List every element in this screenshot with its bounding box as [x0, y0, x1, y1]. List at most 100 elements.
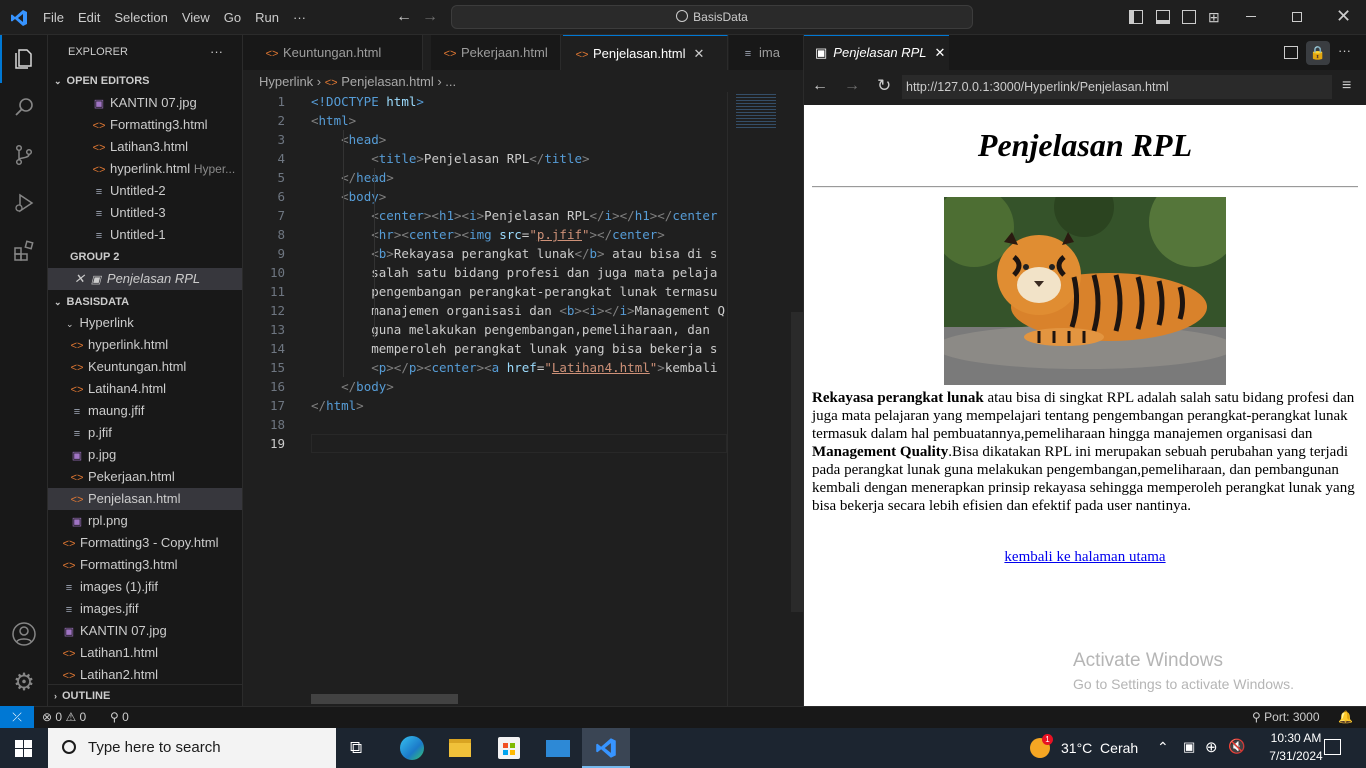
back-link[interactable]: kembali ke halaman utama [804, 549, 1366, 566]
file-tree-item[interactable]: ≡ maung.jfif [48, 400, 242, 422]
problems-indicator[interactable]: ⊗ 0 ⚠ 0 [42, 707, 86, 728]
minimize-button[interactable] [1246, 16, 1256, 17]
outline-header[interactable]: › OUTLINE [48, 685, 242, 706]
code-line[interactable]: salah satu bidang profesi dan juga mata … [311, 263, 717, 282]
file-tree-item[interactable]: ▣ rpl.png [48, 510, 242, 532]
browser-refresh-icon[interactable]: ↻ [877, 76, 891, 96]
command-center[interactable]: BasisData [451, 5, 973, 29]
breadcrumb-folder[interactable]: Hyperlink [259, 74, 313, 89]
split-editor-icon[interactable] [1284, 46, 1298, 59]
chevron-up-icon[interactable]: ⌃ [1157, 739, 1169, 756]
vscode-logo-icon[interactable] [10, 9, 28, 27]
editor-tab[interactable]: <> Keuntungan.html [253, 35, 423, 70]
restore-button[interactable] [1292, 12, 1302, 22]
file-tree-item[interactable]: ▣ KANTIN 07.jpg [48, 620, 242, 642]
close-icon[interactable]: ✕ [935, 45, 946, 60]
account-icon[interactable] [0, 610, 48, 658]
network-globe-icon[interactable]: ⊕ [1205, 738, 1218, 756]
file-tree-item[interactable]: <> Formatting3.html [48, 554, 242, 576]
code-line[interactable]: <center><h1><i>Penjelasan RPL</i></h1></… [311, 206, 717, 225]
close-icon[interactable]: ✕ [74, 271, 85, 286]
open-editor-item[interactable]: <> Formatting3.html [48, 114, 242, 136]
file-tree-item[interactable]: ▣ p.jpg [48, 444, 242, 466]
code-line[interactable]: pengembangan perangkat-perangkat lunak t… [311, 282, 717, 301]
file-tree-item[interactable]: <> Latihan4.html [48, 378, 242, 400]
notifications-bell-icon[interactable]: 🔔 [1338, 707, 1353, 728]
source-control-icon[interactable] [0, 131, 48, 179]
breadcrumb-file[interactable]: Penjelasan.html [341, 74, 434, 89]
toggle-sidebar-icon[interactable] [1129, 10, 1143, 24]
code-line[interactable]: </body> [311, 377, 394, 396]
close-button[interactable]: ✕ [1336, 6, 1351, 27]
remote-indicator[interactable]: ⤫ [0, 706, 34, 728]
run-debug-icon[interactable] [0, 179, 48, 227]
browser-forward-icon[interactable]: → [844, 77, 860, 95]
open-editor-item[interactable]: ≡ Untitled-3 [48, 202, 242, 224]
weather-text[interactable]: 31°C Cerah [1061, 728, 1138, 768]
minimap-slider[interactable] [736, 94, 776, 128]
menu-go[interactable]: Go [217, 0, 248, 35]
code-line[interactable]: <hr><center><img src="p.jfif"></center> [311, 225, 665, 244]
file-tree-item[interactable]: <> Keuntungan.html [48, 356, 242, 378]
breadcrumb-symbols[interactable]: ... [445, 74, 456, 89]
file-tree-item[interactable]: <> Formatting3 - Copy.html [48, 532, 242, 554]
code-line[interactable]: </html> [311, 396, 364, 415]
file-tree-item[interactable]: <> Penjelasan.html [48, 488, 242, 510]
extensions-icon[interactable] [0, 227, 48, 275]
open-editor-item[interactable]: <> hyperlink.html Hyper... [48, 158, 242, 180]
menu-selection[interactable]: Selection [107, 0, 174, 35]
start-windows-icon[interactable] [15, 740, 32, 757]
search-icon[interactable] [0, 83, 48, 131]
open-editors-header[interactable]: ⌄ OPEN EDITORS [48, 70, 242, 92]
customize-layout-icon[interactable]: ⊞ [1208, 9, 1220, 26]
code-area[interactable]: 1 <!DOCTYPE html> 2 <html> 3 <head> 4 <title>… [243, 92, 727, 692]
code-line[interactable]: memperoleh perangkat lunak yang bisa bek… [311, 339, 717, 358]
file-tree-item[interactable]: <> Latihan2.html [48, 664, 242, 686]
code-line[interactable]: <p></p><center><a href="Latihan4.html">k… [311, 358, 717, 377]
preview-divider[interactable] [803, 35, 804, 706]
live-server-port[interactable]: ⚲ Port: 3000 [1252, 707, 1320, 728]
menu-run[interactable]: Run [248, 0, 286, 35]
project-header[interactable]: ⌄ BASISDATA [48, 291, 242, 313]
code-line[interactable]: <!DOCTYPE html> [311, 92, 424, 111]
browser-menu-icon[interactable]: ≡ [1342, 77, 1351, 95]
code-line[interactable]: <head> [311, 130, 386, 149]
vertical-scrollbar[interactable] [791, 312, 803, 612]
minimap[interactable] [727, 92, 789, 706]
browser-back-icon[interactable]: ← [812, 77, 828, 95]
toggle-panel-icon[interactable] [1156, 10, 1170, 24]
file-explorer-icon[interactable] [449, 739, 471, 757]
code-line[interactable]: <b>Rekayasa perangkat lunak</b> atau bis… [311, 244, 717, 263]
file-tree-item[interactable]: <> Pekerjaan.html [48, 466, 242, 488]
meet-now-icon[interactable]: ▣ [1183, 739, 1195, 755]
editor-tab[interactable]: <> Penjelasan.html ✕ [563, 35, 728, 70]
close-icon[interactable]: ✕ [694, 46, 705, 61]
editor-tab[interactable]: <> Pekerjaan.html [431, 35, 561, 70]
mail-icon[interactable] [546, 740, 570, 757]
open-editor-item[interactable]: ≡ Untitled-1 [48, 224, 242, 246]
open-editor-item[interactable]: ▣ KANTIN 07.jpg [48, 92, 242, 114]
taskbar-search-box[interactable]: Type here to search [48, 728, 336, 768]
code-line[interactable]: guna melakukan pengembangan,pemeliharaan… [311, 320, 710, 339]
code-line[interactable]: <title>Penjelasan RPL</title> [311, 149, 589, 168]
menu-more[interactable]: ··· [286, 0, 313, 35]
open-editor-item[interactable]: ≡ Untitled-2 [48, 180, 242, 202]
nav-forward-icon[interactable]: → [422, 8, 438, 26]
file-tree-item[interactable]: ≡ images (1).jfif [48, 576, 242, 598]
group-2-item[interactable]: ✕ ▣ Penjelasan RPL [48, 268, 242, 290]
explorer-more-button[interactable]: ··· [210, 41, 235, 63]
vscode-taskbar-icon[interactable] [582, 728, 630, 768]
nav-back-icon[interactable]: ← [396, 8, 412, 26]
file-tree-item[interactable]: <> hyperlink.html [48, 334, 242, 356]
code-line[interactable]: <html> [311, 111, 356, 130]
volume-muted-icon[interactable]: 🔇 [1228, 738, 1245, 755]
url-bar[interactable]: http://127.0.0.1:3000/Hyperlink/Penjelas… [902, 75, 1332, 99]
file-tree-item[interactable]: ≡ p.jfif [48, 422, 242, 444]
store-icon[interactable] [498, 737, 520, 759]
code-line[interactable]: </head> [311, 168, 394, 187]
horizontal-scrollbar[interactable] [311, 694, 458, 704]
toggle-secondary-sidebar-icon[interactable] [1182, 10, 1196, 24]
menu-file[interactable]: File [36, 0, 71, 35]
preview-tab[interactable]: ▣ Penjelasan RPL ✕ [804, 35, 949, 70]
edge-icon[interactable] [400, 736, 424, 760]
